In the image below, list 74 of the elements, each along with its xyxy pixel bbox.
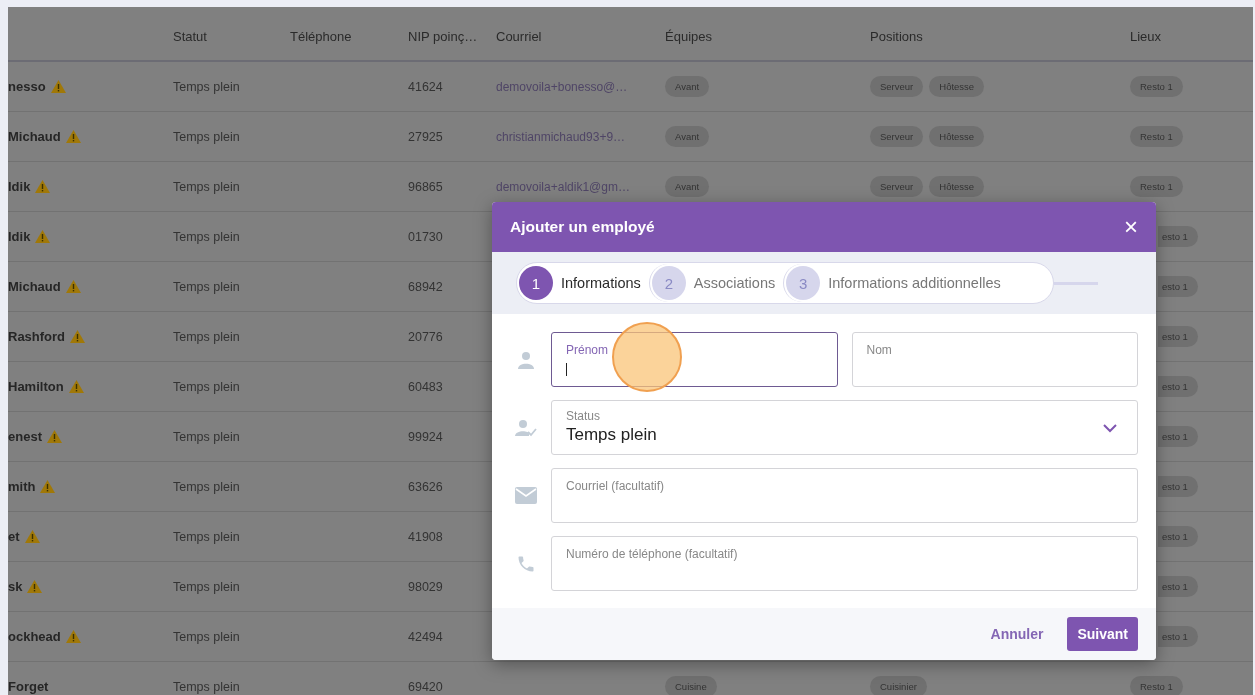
person-icon [517, 350, 535, 369]
chevron-down-icon [1103, 424, 1117, 433]
status-cell-text: Temps plein [172, 279, 241, 294]
pin-cell-text: 68942 [407, 279, 444, 294]
column-header[interactable]: Équipes [657, 23, 862, 44]
status-cell-text: Temps plein [172, 579, 241, 594]
step[interactable]: 3 Informations additionnelles [783, 264, 1009, 302]
pin-cell-text: 96865 [407, 179, 444, 194]
step[interactable]: 1 Informations [517, 264, 649, 302]
step[interactable]: 2 Associations [648, 264, 784, 302]
email-cell-text: demovoila+bonesso@… [495, 79, 629, 94]
column-header[interactable]: Téléphone [282, 23, 400, 44]
pin-cell-text: 63626 [407, 479, 444, 494]
employee-name: et [8, 529, 20, 544]
next-button[interactable]: Suivant [1067, 617, 1138, 651]
cancel-button[interactable]: Annuler [984, 625, 1050, 643]
employee-name: Forget [8, 679, 49, 694]
column-header[interactable]: Courriel [488, 23, 657, 44]
pin-cell-text: 69420 [407, 679, 444, 694]
employee-name: Michaud [8, 129, 61, 144]
text-field[interactable]: Numéro de téléphone (facultatif) [551, 536, 1138, 591]
status-cell-text: Temps plein [172, 429, 241, 444]
column-header[interactable]: NIP poinç… [400, 23, 488, 44]
pin-cell-text: 60483 [407, 379, 444, 394]
employee-name: Michaud [8, 279, 61, 294]
position-tag: Hôtesse [929, 176, 985, 197]
employee-name: nesso [8, 79, 46, 94]
position-tag: Hôtesse [929, 76, 985, 97]
pin-cell-text: 41908 [407, 529, 444, 544]
pin-cell-text: 27925 [407, 129, 444, 144]
status-cell-text: Temps plein [172, 479, 241, 494]
status-cell-text: Temps plein [172, 379, 241, 394]
status-cell-text: Temps plein [172, 179, 241, 194]
status-cell-text: Temps plein [172, 129, 241, 144]
person-check-icon [515, 418, 537, 437]
status-select[interactable]: Status Temps plein [551, 400, 1138, 455]
email-cell-text: christianmichaud93+9… [495, 129, 627, 144]
location-tag: Resto 1 [1130, 76, 1183, 97]
location-tag: Resto 1 [1130, 176, 1183, 197]
column-header[interactable]: Lieux [1122, 23, 1253, 44]
employee-name: ldik [8, 179, 31, 194]
employee-name: ockhead [8, 629, 61, 644]
pin-cell-text: 01730 [407, 229, 444, 244]
status-cell-text: Temps plein [172, 529, 241, 544]
status-cell-text: Temps plein [172, 229, 241, 244]
text-field[interactable]: Courriel (facultatif) [551, 468, 1138, 523]
employee-name: Hamilton [8, 379, 64, 394]
close-button[interactable]: × [1124, 215, 1138, 239]
employee-name: enest [8, 429, 42, 444]
column-header[interactable]: Statut [165, 23, 282, 44]
pin-cell-text: 98029 [407, 579, 444, 594]
pin-cell-text: 42494 [407, 629, 444, 644]
status-cell-text: Temps plein [172, 329, 241, 344]
status-cell-text: Temps plein [172, 679, 241, 694]
location-tag: Resto 1 [1130, 676, 1183, 695]
employee-name: sk [8, 579, 23, 594]
employee-name: ldik [8, 229, 31, 244]
team-tag: Avant [665, 126, 710, 147]
pin-cell-text: 41624 [407, 79, 444, 94]
position-tag: Hôtesse [929, 126, 985, 147]
employee-name: mith [8, 479, 36, 494]
status-cell-text: Temps plein [172, 79, 241, 94]
team-tag: Avant [665, 76, 710, 97]
location-tag: Resto 1 [1130, 126, 1183, 147]
name-field[interactable]: Nom [851, 332, 1138, 387]
pin-cell-text: 99924 [407, 429, 444, 444]
pin-cell-text: 20776 [407, 329, 444, 344]
employee-name: Rashford [8, 329, 66, 344]
email-cell-text: demovoila+aldik1@gm… [495, 179, 631, 194]
column-header[interactable]: Positions [862, 23, 1122, 44]
team-tag: Avant [665, 176, 710, 197]
mail-icon [515, 487, 537, 504]
status-cell-text: Temps plein [172, 629, 241, 644]
dialog-title: Ajouter un employé [510, 218, 655, 236]
